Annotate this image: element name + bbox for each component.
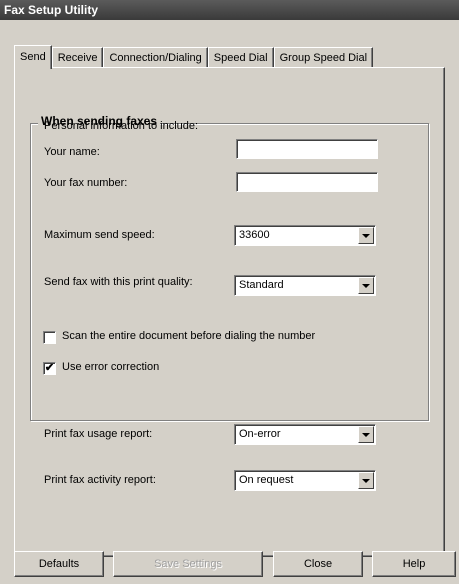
usage-report-label: Print fax usage report:: [44, 428, 153, 440]
error-correction-label: Use error correction: [62, 361, 160, 373]
activity-report-label: Print fax activity report:: [44, 474, 156, 486]
usage-report-select[interactable]: On-error: [234, 424, 376, 445]
print-quality-label: Send fax with this print quality:: [44, 276, 193, 288]
dialog-body: Send Receive Connection/Dialing Speed Di…: [0, 20, 459, 584]
tab-group-speed-dial[interactable]: Group Speed Dial: [273, 47, 374, 68]
sending-group-box: [30, 123, 429, 421]
max-speed-label: Maximum send speed:: [44, 229, 155, 241]
fax-number-field[interactable]: [236, 172, 378, 192]
help-button[interactable]: Help: [372, 551, 456, 577]
print-quality-value: Standard: [239, 279, 284, 291]
max-speed-select[interactable]: 33600: [234, 225, 376, 246]
print-quality-select[interactable]: Standard: [234, 275, 376, 296]
tab-send[interactable]: Send: [14, 45, 52, 69]
chevron-down-icon[interactable]: [358, 277, 374, 294]
your-name-label: Your name:: [44, 146, 100, 158]
tab-speed-dial[interactable]: Speed Dial: [207, 47, 274, 68]
personal-info-label: Personal information to include:: [44, 120, 199, 132]
tab-receive[interactable]: Receive: [51, 47, 104, 68]
fax-number-label: Your fax number:: [44, 177, 128, 189]
tab-strip: Send Receive Connection/Dialing Speed Di…: [14, 44, 374, 69]
save-settings-button[interactable]: Save Settings: [113, 551, 263, 577]
activity-report-select[interactable]: On request: [234, 470, 376, 491]
window-title: Fax Setup Utility: [0, 0, 459, 20]
defaults-button[interactable]: Defaults: [14, 551, 104, 577]
max-speed-value: 33600: [239, 229, 270, 241]
close-button[interactable]: Close: [273, 551, 363, 577]
chevron-down-icon[interactable]: [358, 426, 374, 443]
scan-entire-checkbox[interactable]: [43, 331, 56, 344]
your-name-field[interactable]: [236, 139, 378, 159]
usage-report-value: On-error: [239, 428, 281, 440]
error-correction-checkbox[interactable]: ✔: [43, 362, 56, 375]
activity-report-value: On request: [239, 474, 294, 486]
tab-connection-dialing[interactable]: Connection/Dialing: [103, 47, 208, 68]
chevron-down-icon[interactable]: [358, 472, 374, 489]
scan-entire-label: Scan the entire document before dialing …: [62, 330, 316, 342]
chevron-down-icon[interactable]: [358, 227, 374, 244]
